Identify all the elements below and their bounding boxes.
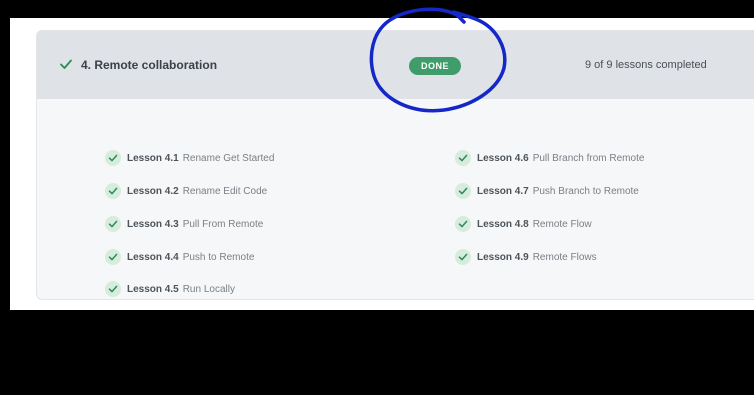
lesson-item[interactable]: Lesson 4.9 Remote Flows bbox=[455, 248, 597, 266]
lesson-item[interactable]: Lesson 4.5 Run Locally bbox=[105, 280, 235, 298]
lesson-name: Push Branch to Remote bbox=[532, 185, 639, 197]
lesson-item[interactable]: Lesson 4.3 Pull From Remote bbox=[105, 215, 263, 233]
lesson-number: Lesson 4.4 bbox=[127, 251, 179, 263]
lesson-number: Lesson 4.6 bbox=[477, 152, 529, 164]
lesson-item[interactable]: Lesson 4.4 Push to Remote bbox=[105, 248, 254, 266]
check-circle-icon bbox=[105, 183, 121, 199]
check-circle-icon bbox=[105, 150, 121, 166]
lesson-name: Push to Remote bbox=[182, 251, 255, 263]
lesson-item[interactable]: Lesson 4.1 Rename Get Started bbox=[105, 149, 274, 167]
check-circle-icon bbox=[455, 216, 471, 232]
lesson-item[interactable]: Lesson 4.2 Rename Edit Code bbox=[105, 182, 267, 200]
lesson-name: Pull Branch from Remote bbox=[532, 152, 645, 164]
lesson-name: Rename Edit Code bbox=[182, 185, 268, 197]
status-badge: DONE bbox=[409, 57, 461, 75]
lesson-number: Lesson 4.8 bbox=[477, 218, 529, 230]
check-circle-icon bbox=[455, 183, 471, 199]
check-circle-icon bbox=[105, 281, 121, 297]
lesson-item[interactable]: Lesson 4.7 Push Branch to Remote bbox=[455, 182, 639, 200]
module-card: 4. Remote collaboration DONE 9 of 9 less… bbox=[36, 30, 754, 300]
lesson-item[interactable]: Lesson 4.6 Pull Branch from Remote bbox=[455, 149, 644, 167]
lesson-number: Lesson 4.2 bbox=[127, 185, 179, 197]
lesson-number: Lesson 4.9 bbox=[477, 251, 529, 263]
check-icon bbox=[60, 59, 72, 69]
lesson-number: Lesson 4.3 bbox=[127, 218, 179, 230]
lesson-name: Pull From Remote bbox=[182, 218, 264, 230]
check-circle-icon bbox=[105, 216, 121, 232]
progress-text: 9 of 9 lessons completed bbox=[585, 59, 707, 71]
page-area: 4. Remote collaboration DONE 9 of 9 less… bbox=[10, 18, 754, 310]
lesson-name: Remote Flow bbox=[532, 218, 592, 230]
lesson-item[interactable]: Lesson 4.8 Remote Flow bbox=[455, 215, 592, 233]
lesson-name: Run Locally bbox=[182, 283, 235, 295]
lesson-name: Rename Get Started bbox=[182, 152, 275, 164]
lesson-number: Lesson 4.7 bbox=[477, 185, 529, 197]
lesson-name: Remote Flows bbox=[532, 251, 597, 263]
check-circle-icon bbox=[105, 249, 121, 265]
module-title: 4. Remote collaboration bbox=[81, 58, 218, 72]
check-circle-icon bbox=[455, 249, 471, 265]
module-header[interactable]: 4. Remote collaboration DONE 9 of 9 less… bbox=[37, 31, 754, 99]
lesson-number: Lesson 4.1 bbox=[127, 152, 179, 164]
check-circle-icon bbox=[455, 150, 471, 166]
lesson-number: Lesson 4.5 bbox=[127, 283, 179, 295]
